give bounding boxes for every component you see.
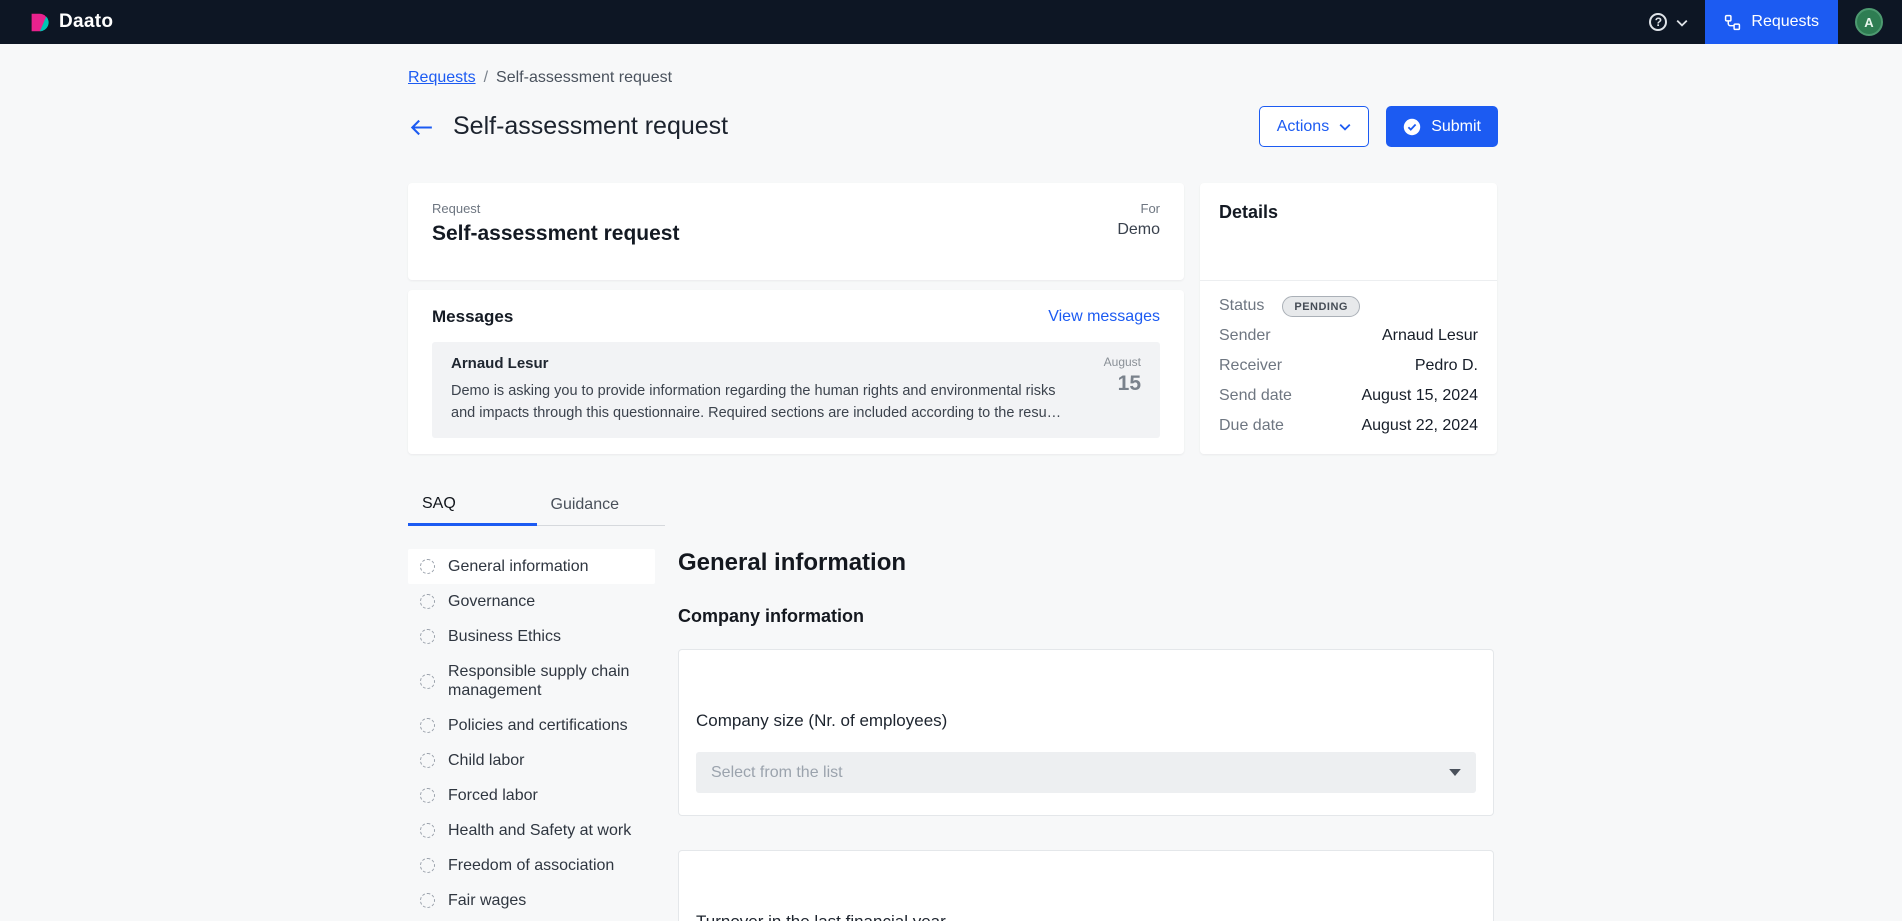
section-status-icon	[420, 753, 435, 768]
breadcrumb-current: Self-assessment request	[496, 69, 672, 87]
help-icon[interactable]: ?	[1649, 13, 1667, 31]
company-size-select[interactable]: Select from the list	[696, 752, 1476, 793]
tab-bar: SAQ Guidance	[408, 484, 665, 526]
section-item-business-ethics[interactable]: Business Ethics	[408, 619, 655, 654]
section-status-icon	[420, 718, 435, 733]
request-card: Request Self-assessment request For Demo	[408, 183, 1184, 280]
back-button[interactable]	[410, 118, 433, 137]
section-item-fair-wages[interactable]: Fair wages	[408, 883, 655, 918]
status-badge: PENDING	[1282, 296, 1360, 317]
left-column: Request Self-assessment request For Demo…	[408, 183, 1184, 454]
for-value: Demo	[1117, 221, 1160, 239]
messages-header: Messages View messages	[432, 307, 1160, 327]
section-item-policies-certifications[interactable]: Policies and certifications	[408, 708, 655, 743]
arrow-left-icon	[410, 118, 433, 137]
request-label: Request	[432, 201, 679, 216]
details-header: Details	[1200, 183, 1497, 281]
section-status-icon	[420, 629, 435, 644]
chevron-down-icon[interactable]	[1676, 19, 1688, 27]
question-card: Turnover in the last financial year	[678, 850, 1494, 921]
submit-button[interactable]: Submit	[1386, 106, 1498, 147]
section-status-icon	[420, 893, 435, 908]
details-card: Details Status PENDING Sender Arnaud Les…	[1200, 183, 1497, 454]
details-row-sender: Sender Arnaud Lesur	[1219, 321, 1478, 351]
section-item-health-safety[interactable]: Health and Safety at work	[408, 813, 655, 848]
sections-nav: General information Governance Business …	[408, 549, 655, 918]
section-heading: General information	[678, 549, 1494, 577]
messages-card: Messages View messages Arnaud Lesur Demo…	[408, 290, 1184, 454]
section-status-icon	[420, 594, 435, 609]
main-grid: Request Self-assessment request For Demo…	[408, 183, 1497, 454]
breadcrumb: Requests / Self-assessment request	[408, 69, 1902, 87]
message-main: Arnaud Lesur Demo is asking you to provi…	[451, 355, 1064, 425]
status-label: Status	[1219, 297, 1264, 315]
page-header: Self-assessment request Actions Submit	[410, 106, 1498, 147]
select-caret-icon	[1449, 769, 1461, 776]
details-title: Details	[1219, 202, 1478, 223]
actions-button[interactable]: Actions	[1259, 106, 1369, 147]
brand-name: Daato	[59, 11, 113, 33]
section-status-icon	[420, 858, 435, 873]
section-item-governance[interactable]: Governance	[408, 584, 655, 619]
request-for: For Demo	[1117, 201, 1160, 262]
section-item-freedom-of-association[interactable]: Freedom of association	[408, 848, 655, 883]
request-title: Self-assessment request	[432, 222, 679, 246]
section-status-icon	[420, 823, 435, 838]
question-card: Company size (Nr. of employees) Select f…	[678, 649, 1494, 816]
tab-saq[interactable]: SAQ	[408, 484, 537, 526]
breadcrumb-separator: /	[484, 69, 488, 87]
details-row-send-date: Send date August 15, 2024	[1219, 381, 1478, 411]
select-placeholder: Select from the list	[711, 764, 843, 782]
request-card-main: Request Self-assessment request	[432, 201, 679, 262]
section-subheading: Company information	[678, 606, 1494, 627]
section-item-child-labor[interactable]: Child labor	[408, 743, 655, 778]
view-messages-link[interactable]: View messages	[1048, 308, 1160, 326]
details-row-status: Status PENDING	[1219, 291, 1478, 321]
details-row-due-date: Due date August 22, 2024	[1219, 411, 1478, 441]
topbar: Daato ? Requests A	[0, 0, 1902, 44]
message-item: Arnaud Lesur Demo is asking you to provi…	[432, 342, 1160, 438]
message-date: August 15	[1079, 355, 1141, 425]
topbar-right: ? Requests A	[1649, 0, 1902, 44]
section-item-general-information[interactable]: General information	[408, 549, 655, 584]
actions-label: Actions	[1277, 118, 1329, 136]
chevron-down-icon	[1339, 123, 1351, 131]
submit-label: Submit	[1431, 118, 1481, 136]
requests-icon	[1724, 14, 1741, 31]
section-item-responsible-supply-chain[interactable]: Responsible supply chain management	[408, 654, 655, 708]
saq-layout: General information Governance Business …	[408, 549, 1902, 921]
question-label: Company size (Nr. of employees)	[696, 711, 1476, 731]
section-status-icon	[420, 674, 435, 689]
question-label: Turnover in the last financial year	[696, 912, 1476, 921]
avatar[interactable]: A	[1855, 8, 1883, 36]
brand-logo[interactable]: Daato	[29, 11, 113, 33]
messages-title: Messages	[432, 307, 513, 327]
page-title: Self-assessment request	[453, 112, 728, 141]
daato-logo-icon	[29, 12, 50, 33]
header-actions: Actions Submit	[1259, 106, 1498, 147]
tab-guidance[interactable]: Guidance	[537, 484, 666, 526]
section-status-icon	[420, 559, 435, 574]
message-day: 15	[1079, 372, 1141, 396]
details-rows: Status PENDING Sender Arnaud Lesur Recei…	[1200, 281, 1497, 451]
section-item-forced-labor[interactable]: Forced labor	[408, 778, 655, 813]
details-row-receiver: Receiver Pedro D.	[1219, 351, 1478, 381]
check-circle-icon	[1403, 118, 1421, 136]
message-body: Demo is asking you to provide informatio…	[451, 380, 1064, 425]
question-area: General information Company information …	[678, 549, 1494, 921]
section-status-icon	[420, 788, 435, 803]
requests-label: Requests	[1751, 13, 1819, 31]
message-month: August	[1079, 355, 1141, 369]
breadcrumb-link-requests[interactable]: Requests	[408, 69, 476, 87]
message-sender: Arnaud Lesur	[451, 355, 1064, 372]
requests-nav-button[interactable]: Requests	[1705, 0, 1838, 44]
for-label: For	[1117, 201, 1160, 216]
